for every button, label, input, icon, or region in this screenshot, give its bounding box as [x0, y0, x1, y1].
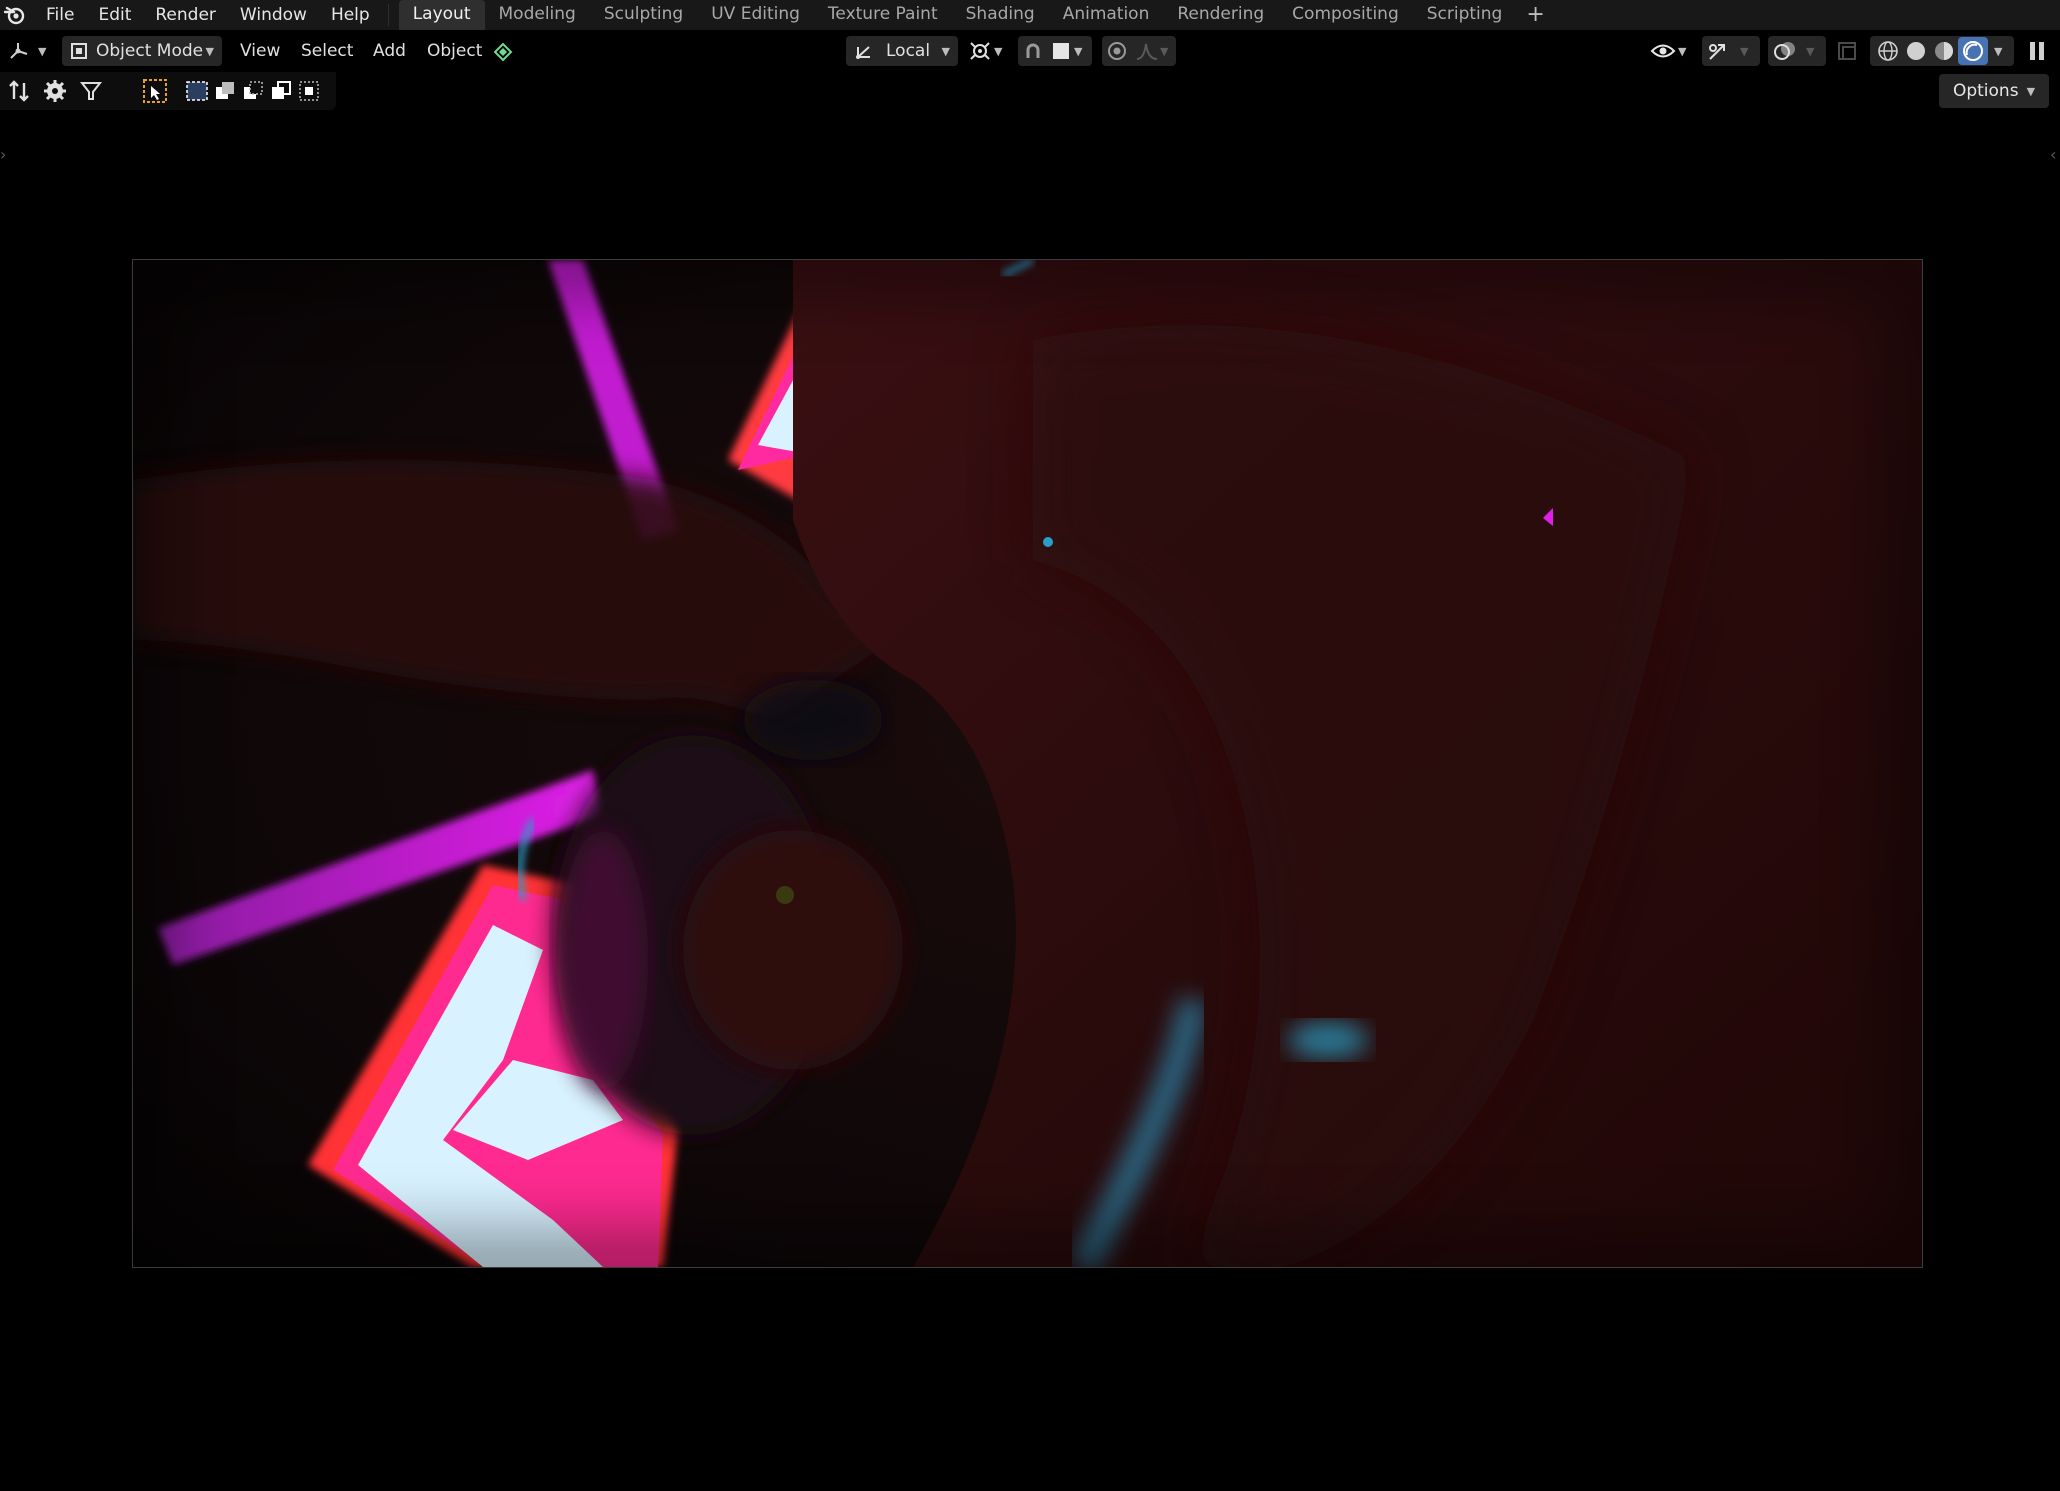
- tab-rendering[interactable]: Rendering: [1163, 0, 1278, 30]
- xray-icon: [1836, 40, 1858, 62]
- select-mode-intersect-icon[interactable]: [294, 76, 324, 106]
- pivot-point-icon: [968, 40, 992, 62]
- mode-dropdown[interactable]: Object Mode ▼: [62, 36, 222, 66]
- chevron-down-icon[interactable]: ▼: [1160, 45, 1168, 58]
- cyan-rimlight: [1043, 537, 1053, 547]
- tab-animation[interactable]: Animation: [1049, 0, 1164, 30]
- top-bar: File Edit Render Window Help Layout Mode…: [0, 0, 2060, 30]
- chevron-down-icon: ▼: [1678, 44, 1687, 58]
- sidebar-expand-arrow[interactable]: ‹: [2050, 145, 2056, 164]
- pivot-point-button[interactable]: ▼: [968, 36, 1012, 66]
- shading-mode-group: ▼: [1870, 36, 2014, 66]
- chevron-down-icon: ▼: [38, 44, 47, 58]
- menu-divider: [387, 4, 389, 26]
- menu-help[interactable]: Help: [319, 0, 382, 30]
- 3d-viewport-editor-icon: [8, 40, 32, 62]
- chevron-down-icon: ▼: [2026, 84, 2036, 98]
- chevron-down-icon: ▼: [994, 44, 1003, 58]
- material-preview-icon[interactable]: [1930, 40, 1958, 62]
- hood-rim: [558, 830, 648, 1090]
- options-label: Options: [1952, 81, 2019, 101]
- hair-shadow: [743, 680, 883, 760]
- orientation-label: Local: [886, 41, 931, 61]
- eye-visibility-icon: [1650, 41, 1676, 61]
- options-dropdown[interactable]: Options ▼: [1939, 74, 2049, 108]
- pause-render-icon: [2027, 40, 2047, 62]
- select-box-tool-icon[interactable]: [140, 76, 170, 106]
- snap-group: ▼: [1018, 36, 1092, 66]
- asset-shelf-icon[interactable]: [492, 36, 514, 66]
- menu-file[interactable]: File: [34, 0, 86, 30]
- menu-edit[interactable]: Edit: [86, 0, 143, 30]
- transform-orientation-dropdown[interactable]: Local ▼: [846, 36, 958, 66]
- gizmo-group: ▼: [1702, 36, 1760, 66]
- tab-texture-paint[interactable]: Texture Paint: [814, 0, 952, 30]
- select-menu[interactable]: Select: [301, 36, 353, 66]
- overlays-icon[interactable]: [1772, 40, 1798, 62]
- wireframe-shading-icon[interactable]: [1874, 40, 1902, 62]
- settings-gear-icon[interactable]: [40, 76, 70, 106]
- menu-window[interactable]: Window: [228, 0, 319, 30]
- select-mode-new-icon[interactable]: [182, 76, 212, 106]
- tab-shading[interactable]: Shading: [952, 0, 1049, 30]
- menu-render[interactable]: Render: [143, 0, 228, 30]
- sidebar-toggle[interactable]: [2022, 36, 2052, 66]
- object-menu[interactable]: Object: [427, 36, 482, 66]
- snap-target-icon[interactable]: [1052, 42, 1070, 60]
- solid-shading-icon[interactable]: [1902, 40, 1930, 62]
- chevron-down-icon[interactable]: ▼: [1806, 45, 1814, 58]
- face-shadow: [683, 830, 903, 1070]
- tab-uv-editing[interactable]: UV Editing: [697, 0, 814, 30]
- tab-sculpting[interactable]: Sculpting: [590, 0, 697, 30]
- gizmo-icon[interactable]: [1706, 40, 1730, 62]
- select-mode-subtract-icon[interactable]: [238, 76, 268, 106]
- tab-modeling[interactable]: Modeling: [485, 0, 590, 30]
- chevron-down-icon: ▼: [205, 44, 214, 58]
- rendered-shading-icon[interactable]: [1958, 37, 1988, 65]
- snap-magnet-icon[interactable]: [1022, 40, 1044, 62]
- transform-swap-icon[interactable]: [4, 76, 34, 106]
- visibility-dropdown[interactable]: ▼: [1650, 36, 1698, 66]
- chevron-down-icon[interactable]: ▼: [1740, 45, 1748, 58]
- toolbar-expand-arrow[interactable]: ›: [0, 145, 6, 164]
- chevron-down-icon: ▼: [941, 44, 950, 58]
- proportional-editing-icon[interactable]: [1106, 40, 1128, 62]
- falloff-curve-icon[interactable]: [1136, 42, 1158, 60]
- add-menu[interactable]: Add: [373, 36, 406, 66]
- chevron-down-icon[interactable]: ▼: [1994, 45, 2002, 58]
- overlays-group: ▼: [1768, 36, 1826, 66]
- mode-label: Object Mode: [96, 41, 204, 61]
- select-mode-extend-icon[interactable]: [210, 76, 240, 106]
- select-mode-invert-icon[interactable]: [266, 76, 296, 106]
- blender-logo-icon[interactable]: [2, 2, 28, 28]
- proportional-editing-group: ▼: [1102, 36, 1176, 66]
- xray-toggle[interactable]: [1836, 36, 1860, 66]
- editor-type-button[interactable]: ▼: [8, 36, 52, 66]
- add-workspace-button[interactable]: +: [1516, 1, 1554, 29]
- tab-compositing[interactable]: Compositing: [1278, 0, 1413, 30]
- eye-glint: [776, 886, 794, 904]
- viewport-header: ▼ Object Mode ▼ View Select Add Object L…: [0, 30, 2060, 72]
- tab-layout[interactable]: Layout: [398, 0, 485, 30]
- cyan-rimlight: [1288, 1022, 1368, 1058]
- object-mode-icon: [70, 42, 88, 60]
- chevron-down-icon[interactable]: ▼: [1074, 45, 1082, 58]
- camera-view-render[interactable]: [132, 259, 1923, 1268]
- filter-funnel-icon[interactable]: [76, 76, 106, 106]
- tab-scripting[interactable]: Scripting: [1413, 0, 1517, 30]
- tool-settings-bar: [0, 72, 336, 110]
- rendered-scene-image: [133, 260, 1922, 1267]
- transform-orientation-icon: [854, 41, 876, 61]
- view-menu[interactable]: View: [240, 36, 280, 66]
